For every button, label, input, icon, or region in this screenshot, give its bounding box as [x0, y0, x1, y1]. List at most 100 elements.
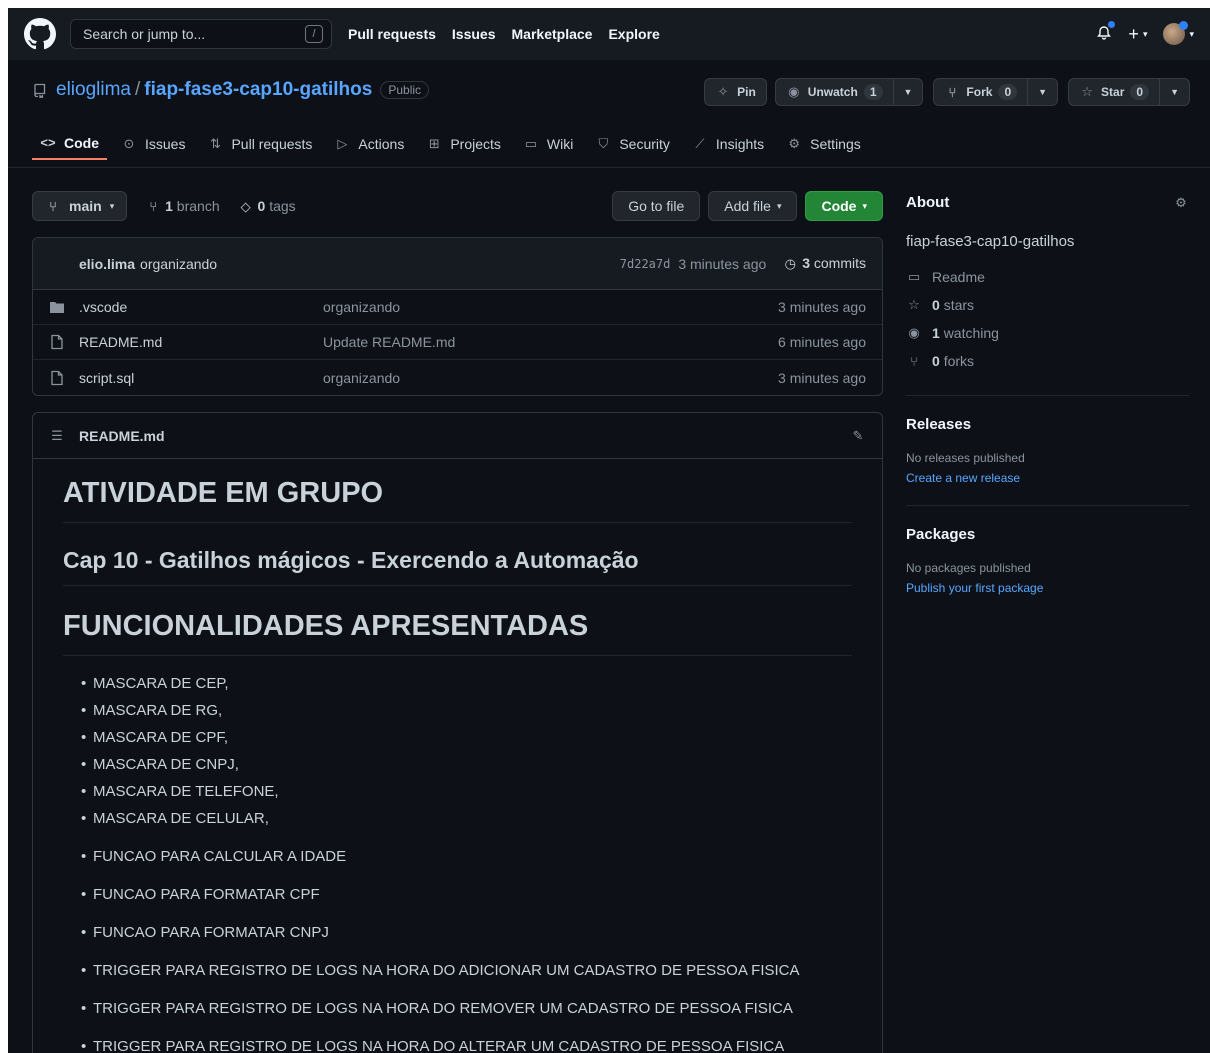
repo-owner-link[interactable]: elioglima	[56, 79, 131, 101]
gear-icon[interactable]: ⚙	[1173, 195, 1189, 211]
global-nav: Pull requests Issues Marketplace Explore	[348, 26, 660, 42]
file-commit-message[interactable]: Update README.md	[323, 334, 455, 350]
branch-selector[interactable]: ⑂ main ▾	[32, 191, 128, 221]
add-file-button[interactable]: Add file ▾	[708, 191, 798, 221]
star-dropdown-button[interactable]: ▼	[1160, 78, 1190, 106]
github-logo-icon[interactable]	[24, 18, 56, 50]
tab-actions[interactable]: ▷ Actions	[326, 127, 412, 160]
create-new-button[interactable]: + ▾	[1128, 24, 1147, 45]
unwatch-button[interactable]: ◉ Unwatch 1	[774, 78, 894, 106]
repo-name-link[interactable]: fiap-fase3-cap10-gatilhos	[144, 79, 372, 101]
fork-label: Fork	[966, 85, 993, 99]
code-button[interactable]: Code ▾	[805, 191, 883, 221]
stars-count: 0	[932, 297, 940, 313]
forks-count: 0	[932, 353, 940, 369]
tags-link[interactable]: ◇ 0 tags	[238, 198, 296, 215]
commit-message[interactable]: organizando	[140, 256, 217, 272]
stars-word: stars	[943, 297, 975, 313]
readme-list: FUNCAO PARA CALCULAR A IDADE FUNCAO PARA…	[63, 846, 852, 1053]
file-row[interactable]: script.sql organizando 3 minutes ago	[33, 360, 882, 395]
repo-tabs: <> Code ⊙ Issues ⇅ Pull requests ▷ Actions ⊞…	[32, 127, 869, 160]
stars-link[interactable]: ☆ 0 stars	[906, 291, 1189, 319]
branch-icon: ⑂	[49, 198, 57, 214]
star-button[interactable]: ☆ Star 0	[1068, 78, 1161, 106]
file-name[interactable]: .vscode	[79, 299, 323, 315]
book-icon: ▭	[907, 269, 921, 284]
file-name[interactable]: README.md	[79, 334, 323, 350]
nav-explore[interactable]: Explore	[608, 26, 659, 42]
file-row[interactable]: README.md Update README.md 6 minutes ago	[33, 325, 882, 360]
code-button-label: Code	[821, 198, 857, 214]
forks-link[interactable]: ⑂ 0 forks	[906, 347, 1189, 375]
go-to-file-button[interactable]: Go to file	[612, 191, 701, 221]
readme-link[interactable]: ▭ Readme	[906, 263, 1189, 291]
nav-pull-requests[interactable]: Pull requests	[348, 26, 436, 42]
avatar	[1163, 21, 1189, 45]
repo-description: fiap-fase3-cap10-gatilhos	[906, 233, 1075, 250]
file-icon	[51, 370, 63, 385]
file-commit-message[interactable]: organizando	[323, 299, 400, 315]
repo-sidebar: About ⚙ fiap-fase3-cap10-gatilhos ▭ Readm…	[906, 190, 1189, 595]
commit-sha[interactable]: 7d22a7d	[620, 257, 671, 271]
list-item: TRIGGER PARA REGISTRO DE LOGS NA HORA DO…	[81, 960, 852, 982]
file-toolbar: ⑂ main ▾ ⑂ 1 branch ◇ 0 tags Go to file …	[32, 190, 883, 222]
visibility-badge: Public	[380, 81, 430, 99]
star-icon: ☆	[908, 297, 920, 312]
releases-heading[interactable]: Releases	[906, 416, 1189, 433]
tab-insights[interactable]: ⟋ Insights	[684, 127, 772, 160]
plus-icon: +	[1128, 23, 1139, 44]
file-name[interactable]: script.sql	[79, 370, 323, 386]
tag-word: tags	[269, 197, 296, 214]
notifications-button[interactable]	[1096, 19, 1117, 45]
tab-projects[interactable]: ⊞ Projects	[418, 127, 509, 160]
tab-wiki[interactable]: ▭ Wiki	[515, 127, 581, 160]
file-commit-message[interactable]: organizando	[323, 370, 400, 386]
tab-issues[interactable]: ⊙ Issues	[113, 127, 193, 160]
tab-settings[interactable]: ⚙ Settings	[778, 127, 869, 160]
branch-word: branch	[176, 197, 220, 214]
fork-button[interactable]: ⑂ Fork 0	[933, 78, 1029, 106]
tag-count: 0	[257, 197, 266, 214]
publish-package-link[interactable]: Publish your first package	[906, 581, 1189, 595]
pin-button[interactable]: ✧ Pin	[704, 78, 767, 106]
user-menu-button[interactable]: ▾	[1163, 21, 1194, 45]
tab-issues-label: Issues	[145, 135, 186, 152]
watching-link[interactable]: ◉ 1 watching	[906, 319, 1189, 347]
create-release-link[interactable]: Create a new release	[906, 471, 1189, 485]
fork-icon: ⑂	[948, 84, 957, 100]
readme-panel: ☰ README.md ✎ ATIVIDADE EM GRUPO Cap 10 …	[32, 412, 883, 1053]
nav-issues[interactable]: Issues	[452, 26, 496, 42]
folder-icon	[50, 302, 64, 313]
search-input[interactable]: Search or jump to... /	[70, 19, 332, 49]
tab-security[interactable]: ⛉ Security	[587, 127, 678, 160]
list-item: TRIGGER PARA REGISTRO DE LOGS NA HORA DO…	[81, 1036, 852, 1053]
file-age: 3 minutes ago	[778, 369, 866, 386]
search-placeholder: Search or jump to...	[83, 26, 206, 42]
watching-word: watching	[943, 325, 999, 341]
releases-empty: No releases published	[906, 451, 1025, 465]
gear-icon: ⚙	[788, 135, 800, 151]
list-icon[interactable]: ☰	[49, 428, 65, 444]
tab-pull-requests[interactable]: ⇅ Pull requests	[199, 127, 320, 160]
fork-dropdown-button[interactable]: ▼	[1028, 78, 1059, 106]
tab-code-label: Code	[64, 134, 99, 151]
tab-code[interactable]: <> Code	[32, 127, 107, 160]
packages-heading[interactable]: Packages	[906, 526, 1189, 543]
unwatch-dropdown-button[interactable]: ▼	[893, 78, 924, 106]
branches-link[interactable]: ⑂ 1 branch	[145, 198, 219, 215]
list-item: FUNCAO PARA CALCULAR A IDADE	[81, 846, 852, 868]
tab-projects-label: Projects	[450, 135, 501, 152]
repo-title: elioglima / fiap-fase3-cap10-gatilhos Pu…	[32, 78, 430, 102]
commits-link[interactable]: ◷ 3 commits	[782, 255, 866, 272]
file-browser: elio.lima organizando 7d22a7d 3 minutes …	[32, 237, 883, 396]
watch-count: 1	[863, 84, 883, 100]
chevron-down-icon: ▾	[862, 200, 867, 211]
pencil-icon[interactable]: ✎	[850, 428, 866, 444]
packages-empty: No packages published	[906, 561, 1031, 575]
file-row[interactable]: .vscode organizando 3 minutes ago	[33, 290, 882, 325]
chevron-down-icon: ▼	[1170, 87, 1179, 97]
file-actions: Go to file Add file ▾ Code ▾	[612, 191, 883, 221]
watching-count: 1	[932, 325, 940, 341]
commit-author[interactable]: elio.lima	[79, 256, 135, 272]
nav-marketplace[interactable]: Marketplace	[512, 26, 593, 42]
